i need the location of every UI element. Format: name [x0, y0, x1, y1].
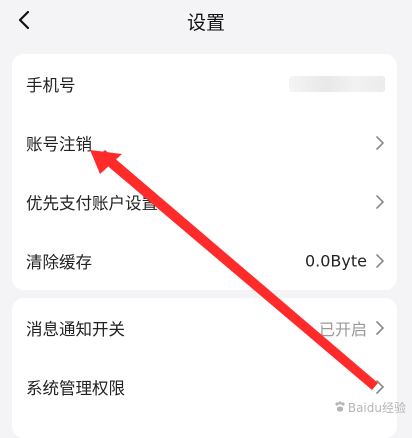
- cache-size-value: 0.0Byte: [304, 251, 367, 270]
- row-label: 清除缓存: [26, 252, 92, 272]
- chevron-right-icon: [375, 194, 385, 209]
- clear-cache-row[interactable]: 清除缓存 0.0Byte: [12, 231, 397, 290]
- watermark: Baidu经验: [334, 399, 406, 416]
- masked-phone-number: [289, 75, 385, 92]
- watermark-text: Baidu经验: [347, 401, 406, 415]
- chevron-right-icon: [375, 320, 385, 335]
- settings-card-system: 消息通知开关 已开启 系统管理权限: [12, 298, 397, 438]
- chevron-right-icon: [375, 253, 385, 268]
- notification-switch-row[interactable]: 消息通知开关 已开启: [12, 298, 397, 357]
- row-label: 系统管理权限: [26, 378, 125, 398]
- row-label: 消息通知开关: [26, 319, 125, 339]
- chevron-right-icon: [375, 135, 385, 150]
- row-label: 优先支付账户设置: [26, 193, 158, 213]
- row-label: 账号注销: [26, 134, 92, 154]
- navigation-bar: 设置: [0, 0, 412, 44]
- notification-status-value: 已开启: [318, 319, 367, 339]
- row-label: 手机号: [26, 75, 76, 95]
- paw-icon: [335, 401, 345, 412]
- settings-card-account: 手机号 账号注销 优先支付账户设置 清除缓存 0.0Byte: [12, 54, 397, 290]
- account-deletion-row[interactable]: 账号注销: [12, 113, 397, 172]
- page-title: 设置: [186, 12, 225, 34]
- chevron-right-icon: [375, 379, 385, 394]
- phone-number-row[interactable]: 手机号: [12, 54, 397, 113]
- preferred-payment-account-row[interactable]: 优先支付账户设置: [12, 172, 397, 231]
